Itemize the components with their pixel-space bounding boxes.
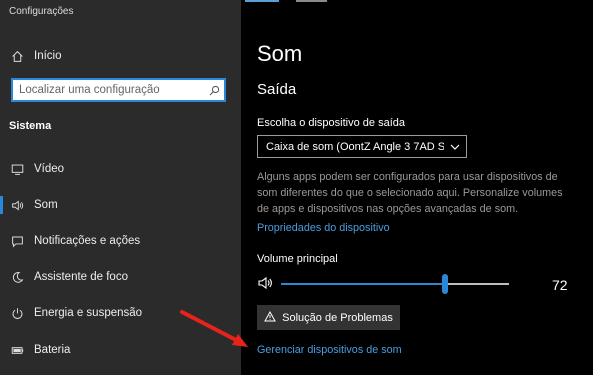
annotation-arrow-icon (180, 310, 248, 347)
